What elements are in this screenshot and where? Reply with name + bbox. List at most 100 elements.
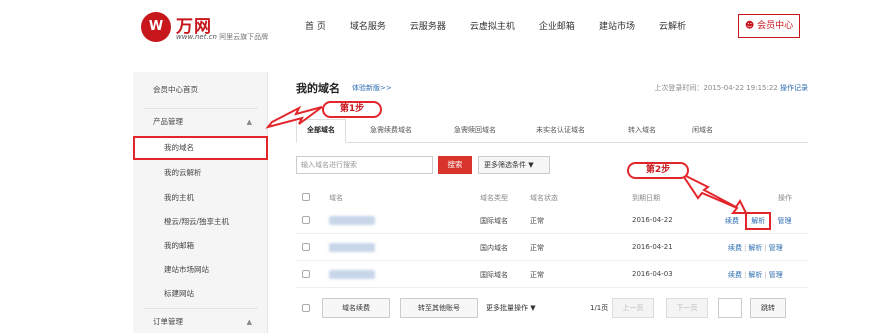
page: W 万网 www.net.cn 阿里云旗下品牌 首 页 域名服务 云服务器 云虚… <box>133 0 808 333</box>
select-all-checkbox[interactable] <box>302 193 310 201</box>
sidebar-group-orders[interactable]: 订单管理 ▲ <box>133 310 268 333</box>
row-status: 正常 <box>530 217 544 225</box>
header-actions: 操作 <box>778 194 792 202</box>
nav-home[interactable]: 首 页 <box>305 19 326 32</box>
table-footer: 域名续费 转至其他账号 更多批量操作 ▼ 1/1页 上一页 下一页 跳转 <box>296 298 808 318</box>
renew-link[interactable]: 续费 <box>728 244 742 252</box>
domain-search-input[interactable]: 输入域名进行搜索 <box>296 156 433 174</box>
prev-page-button[interactable]: 上一页 <box>612 298 654 318</box>
table-row: 国际域名 正常 2016-04-03 续费 | 解析 | 管理 <box>296 261 808 288</box>
footer-select-all-checkbox[interactable] <box>302 304 310 312</box>
user-icon: ☻ <box>744 21 755 31</box>
member-center-button[interactable]: ☻ 会员中心 <box>738 14 800 38</box>
nav-domain-service[interactable]: 域名服务 <box>350 19 386 32</box>
sidebar-item-my-domains[interactable]: 我的域名 <box>133 136 268 160</box>
header-domain: 域名 <box>329 194 343 202</box>
operation-log-link[interactable]: 操作记录 <box>780 84 808 92</box>
domain-tabs: 全部域名 急需续费域名 急需赎回域名 未实名认证域名 转入域名 闲域名 <box>296 119 808 143</box>
resolve-link[interactable]: 解析 <box>748 271 762 279</box>
transfer-account-button[interactable]: 转至其他账号 <box>400 298 478 318</box>
row-checkbox[interactable] <box>302 270 310 278</box>
row-actions: 续费 解析 管理 <box>725 212 791 230</box>
resolve-link[interactable]: 解析 <box>748 244 762 252</box>
row-type: 国际域名 <box>480 271 508 279</box>
nav-cloud-server[interactable]: 云服务器 <box>410 19 446 32</box>
sidebar-group-products[interactable]: 产品管理 ▲ <box>133 110 268 134</box>
jump-button[interactable]: 跳转 <box>750 298 786 318</box>
separator: | <box>744 244 747 252</box>
tab-idle-domains[interactable]: 闲域名 <box>692 125 713 135</box>
tab-unverified[interactable]: 未实名认证域名 <box>536 125 585 135</box>
page-info: 1/1页 <box>590 304 609 312</box>
row-status: 正常 <box>530 271 544 279</box>
sidebar-divider <box>143 108 258 109</box>
manage-link[interactable]: 管理 <box>769 244 783 252</box>
sidebar-item-dedicated-hosts[interactable]: 橙云/翔云/独享主机 <box>133 210 268 234</box>
separator: | <box>744 271 747 279</box>
top-nav: 首 页 域名服务 云服务器 云虚拟主机 企业邮箱 建站市场 云解析 <box>305 19 710 32</box>
logo-domain: www.net.cn <box>176 33 217 41</box>
title-row: 我的域名 体验新版>> 上次登录时间：2015-04-22 19:15:22 操… <box>296 80 808 96</box>
more-filters-dropdown[interactable]: 更多筛选条件 ▼ <box>478 156 550 174</box>
nav-virtual-host[interactable]: 云虚拟主机 <box>470 19 515 32</box>
logo-subline: www.net.cn 阿里云旗下品牌 <box>176 32 268 42</box>
domain-name-redacted[interactable] <box>329 243 375 252</box>
row-checkbox[interactable] <box>302 243 310 251</box>
manage-link[interactable]: 管理 <box>769 271 783 279</box>
sidebar-item-my-cloud-dns[interactable]: 我的云解析 <box>133 161 268 185</box>
renew-link[interactable]: 续费 <box>728 271 742 279</box>
domain-name-redacted[interactable] <box>329 270 375 279</box>
header-type: 域名类型 <box>480 194 508 202</box>
logo-badge-icon: W <box>141 12 171 42</box>
sidebar-item-my-mail[interactable]: 我的邮箱 <box>133 234 268 258</box>
separator: | <box>764 244 767 252</box>
search-button[interactable]: 搜索 <box>438 156 472 174</box>
bulk-renew-button[interactable]: 域名续费 <box>322 298 390 318</box>
tab-all-domains[interactable]: 全部域名 <box>296 119 346 143</box>
tab-urgent-renew[interactable]: 急需续费域名 <box>370 125 412 135</box>
row-expiry: 2016-04-21 <box>632 243 673 251</box>
tab-transfer-in[interactable]: 转入域名 <box>628 125 656 135</box>
wanwang-logo[interactable]: W 万网 www.net.cn 阿里云旗下品牌 <box>141 12 301 42</box>
sidebar-item-my-hosts[interactable]: 我的主机 <box>133 186 268 210</box>
tab-urgent-redeem[interactable]: 急需赎回域名 <box>454 125 496 135</box>
sidebar-divider <box>143 308 258 309</box>
caret-up-icon: ▲ <box>246 318 252 326</box>
row-actions: 续费 | 解析 | 管理 <box>728 243 783 253</box>
page-number-input[interactable] <box>718 298 742 318</box>
sidebar-item-market-sites[interactable]: 建站市场网站 <box>133 258 268 282</box>
page-title: 我的域名 <box>296 82 340 95</box>
nav-enterprise-mail[interactable]: 企业邮箱 <box>539 19 575 32</box>
sidebar-item-standard-sites[interactable]: 标建网站 <box>133 282 268 306</box>
last-login-time: 上次登录时间：2015-04-22 19:15:22 <box>654 84 778 92</box>
resolve-link[interactable]: 解析 <box>745 212 772 230</box>
row-actions: 续费 | 解析 | 管理 <box>728 270 783 280</box>
renew-link[interactable]: 续费 <box>725 217 739 225</box>
row-type: 国内域名 <box>480 244 508 252</box>
nav-site-market[interactable]: 建站市场 <box>599 19 635 32</box>
row-checkbox[interactable] <box>302 216 310 224</box>
nav-cloud-dns[interactable]: 云解析 <box>659 19 686 32</box>
site-header: W 万网 www.net.cn 阿里云旗下品牌 首 页 域名服务 云服务器 云虚… <box>133 0 808 52</box>
caret-up-icon: ▲ <box>246 118 252 126</box>
sidebar: 会员中心首页 产品管理 ▲ 我的域名 我的云解析 我的主机 橙云/翔云/独享主机… <box>133 72 268 333</box>
member-center-label: 会员中心 <box>757 21 794 31</box>
sidebar-group-label: 产品管理 <box>153 117 183 126</box>
row-type: 国际域名 <box>480 217 508 225</box>
step2-callout: 第2步 <box>627 162 689 179</box>
search-row: 输入域名进行搜索 搜索 更多筛选条件 ▼ <box>296 156 808 174</box>
separator: | <box>764 271 767 279</box>
row-status: 正常 <box>530 244 544 252</box>
next-page-button[interactable]: 下一页 <box>666 298 708 318</box>
last-login-info: 上次登录时间：2015-04-22 19:15:22 操作记录 <box>654 83 808 93</box>
manage-link[interactable]: 管理 <box>777 217 791 225</box>
table-row: 国内域名 正常 2016-04-21 续费 | 解析 | 管理 <box>296 234 808 261</box>
try-new-version-link[interactable]: 体验新版>> <box>352 83 392 93</box>
more-bulk-ops-dropdown[interactable]: 更多批量操作 ▼ <box>486 303 536 313</box>
domain-name-redacted[interactable] <box>329 216 375 225</box>
row-expiry: 2016-04-03 <box>632 270 673 278</box>
sidebar-group-label: 订单管理 <box>153 317 183 326</box>
sidebar-item-member-home[interactable]: 会员中心首页 <box>133 78 268 102</box>
table-row: 国际域名 正常 2016-04-22 续费 解析 管理 <box>296 207 808 234</box>
step1-callout: 第1步 <box>322 101 382 118</box>
